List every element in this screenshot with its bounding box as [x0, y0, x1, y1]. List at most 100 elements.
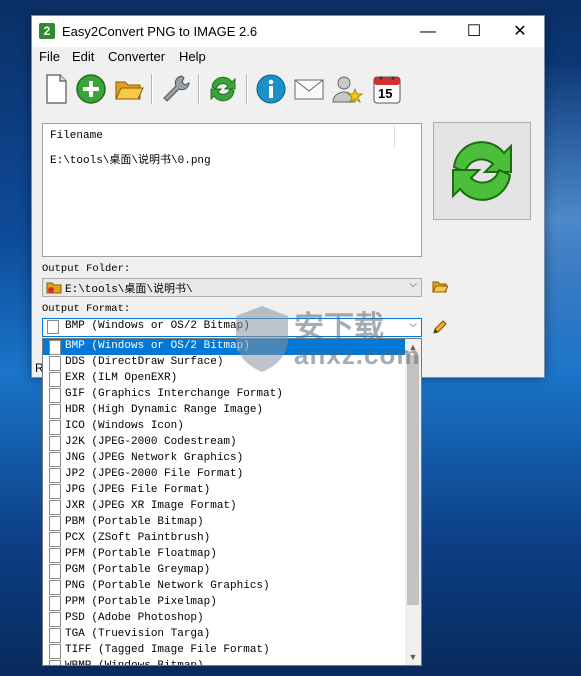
document-icon [49, 628, 61, 643]
envelope-icon[interactable] [292, 72, 326, 106]
dropdown-option[interactable]: PSD (Adobe Photoshop) [43, 611, 405, 627]
dropdown-option-label: WBMP (Windows Bitmap) [65, 660, 204, 666]
document-icon [49, 612, 61, 627]
document-icon [49, 580, 61, 595]
chevron-down-icon: ⌵ [409, 279, 417, 290]
menu-edit[interactable]: Edit [72, 49, 94, 64]
dropdown-option[interactable]: JNG (JPEG Network Graphics) [43, 451, 405, 467]
document-icon [49, 548, 61, 563]
dropdown-option-label: PSD (Adobe Photoshop) [65, 612, 204, 624]
title-bar[interactable]: 2 Easy2Convert PNG to IMAGE 2.6 — ☐ ✕ [32, 16, 544, 47]
dropdown-option[interactable]: J2K (JPEG-2000 Codestream) [43, 435, 405, 451]
new-file-icon[interactable] [38, 72, 72, 106]
column-divider [394, 126, 395, 148]
watermark-domain: anxz.com [294, 340, 421, 370]
dropdown-option-label: JPG (JPEG File Format) [65, 484, 211, 496]
document-icon [49, 372, 61, 387]
document-icon [49, 388, 61, 403]
format-settings-button[interactable] [432, 319, 448, 334]
dropdown-option-label: DDS (DirectDraw Surface) [65, 356, 224, 368]
open-folder-icon[interactable] [112, 72, 146, 106]
dropdown-option-label: EXR (ILM OpenEXR) [65, 372, 178, 384]
dropdown-option[interactable]: TGA (Truevision Targa) [43, 627, 405, 643]
document-icon [49, 564, 61, 579]
shield-logo-icon [236, 306, 288, 372]
dropdown-option-label: HDR (High Dynamic Range Image) [65, 404, 264, 416]
output-folder-combo[interactable]: E:\tools\桌面\说明书\ ⌵ [42, 278, 422, 297]
close-button[interactable]: ✕ [497, 16, 543, 47]
info-icon[interactable] [254, 72, 288, 106]
folder-red-icon [46, 282, 62, 294]
dropdown-option-label: JNG (JPEG Network Graphics) [65, 452, 244, 464]
dropdown-option[interactable]: PFM (Portable Floatmap) [43, 547, 405, 563]
maximize-button[interactable]: ☐ [451, 16, 497, 47]
dropdown-option[interactable]: PNG (Portable Network Graphics) [43, 579, 405, 595]
minimize-button[interactable]: — [405, 16, 451, 47]
document-icon [49, 452, 61, 467]
dropdown-option-label: PBM (Portable Bitmap) [65, 516, 204, 528]
scroll-down-icon[interactable]: ▼ [405, 649, 421, 665]
document-icon [49, 356, 61, 371]
toolbar-separator [151, 74, 153, 104]
toolbar-separator [198, 74, 200, 104]
dropdown-option[interactable]: PBM (Portable Bitmap) [43, 515, 405, 531]
dropdown-option[interactable]: JXR (JPEG XR Image Format) [43, 499, 405, 515]
dropdown-option[interactable]: PGM (Portable Greymap) [43, 563, 405, 579]
scrollbar[interactable]: ▲ ▼ [405, 339, 421, 665]
document-icon [49, 516, 61, 531]
output-format-value: BMP (Windows or OS/2 Bitmap) [65, 320, 250, 332]
document-icon [49, 500, 61, 515]
refresh-convert-icon[interactable] [206, 72, 240, 106]
toolbar: 15 [32, 68, 544, 110]
output-folder-label: Output Folder: [42, 263, 131, 275]
browse-folder-button[interactable] [432, 279, 449, 293]
document-icon [49, 404, 61, 419]
dropdown-option[interactable]: JP2 (JPEG-2000 File Format) [43, 467, 405, 483]
document-icon [47, 320, 59, 334]
output-folder-value: E:\tools\桌面\说明书\ [65, 284, 193, 296]
output-format-label: Output Format: [42, 303, 131, 315]
dropdown-option[interactable]: JPG (JPEG File Format) [43, 483, 405, 499]
dropdown-option-label: GIF (Graphics Interchange Format) [65, 388, 283, 400]
document-icon [49, 484, 61, 499]
dropdown-option[interactable]: TIFF (Tagged Image File Format) [43, 643, 405, 659]
dropdown-option-label: JP2 (JPEG-2000 File Format) [65, 468, 244, 480]
dropdown-option[interactable]: WBMP (Windows Bitmap) [43, 659, 405, 666]
format-dropdown-list[interactable]: BMP (Windows or OS/2 Bitmap) DDS (DirectD… [42, 338, 422, 666]
window-title: Easy2Convert PNG to IMAGE 2.6 [62, 24, 258, 39]
document-icon [49, 644, 61, 659]
menu-help[interactable]: Help [179, 49, 206, 64]
pencil-icon [433, 320, 447, 334]
convert-button[interactable] [433, 122, 531, 220]
dropdown-option-label: JXR (JPEG XR Image Format) [65, 500, 237, 512]
dropdown-option[interactable]: GIF (Graphics Interchange Format) [43, 387, 405, 403]
watermark: 安下载 anxz.com [232, 300, 422, 380]
calendar-icon[interactable]: 15 [370, 72, 404, 106]
dropdown-option-label: PNG (Portable Network Graphics) [65, 580, 270, 592]
file-list-header-filename[interactable]: Filename [50, 130, 103, 142]
add-icon[interactable] [74, 72, 108, 106]
user-star-icon[interactable] [330, 72, 364, 106]
document-icon [49, 340, 61, 355]
app-icon: 2 [39, 23, 55, 39]
menu-file[interactable]: File [39, 49, 60, 64]
wrench-icon[interactable] [158, 72, 192, 106]
dropdown-option-label: TGA (Truevision Targa) [65, 628, 211, 640]
dropdown-option-label: PFM (Portable Floatmap) [65, 548, 217, 560]
dropdown-option-label: PGM (Portable Greymap) [65, 564, 211, 576]
scrollbar-thumb[interactable] [407, 355, 419, 605]
toolbar-separator [246, 74, 248, 104]
document-icon [49, 596, 61, 611]
dropdown-option[interactable]: PCX (ZSoft Paintbrush) [43, 531, 405, 547]
list-item[interactable]: E:\tools\桌面\说明书\0.png [50, 151, 211, 167]
file-list[interactable]: Filename E:\tools\桌面\说明书\0.png [42, 123, 422, 257]
menu-converter[interactable]: Converter [108, 49, 165, 64]
dropdown-option-label: BMP (Windows or OS/2 Bitmap) [65, 340, 250, 352]
dropdown-option[interactable]: HDR (High Dynamic Range Image) [43, 403, 405, 419]
dropdown-option[interactable]: PPM (Portable Pixelmap) [43, 595, 405, 611]
dropdown-option-label: TIFF (Tagged Image File Format) [65, 644, 270, 656]
dropdown-option-label: ICO (Windows Icon) [65, 420, 184, 432]
dropdown-option[interactable]: ICO (Windows Icon) [43, 419, 405, 435]
document-icon [49, 532, 61, 547]
document-icon [49, 468, 61, 483]
